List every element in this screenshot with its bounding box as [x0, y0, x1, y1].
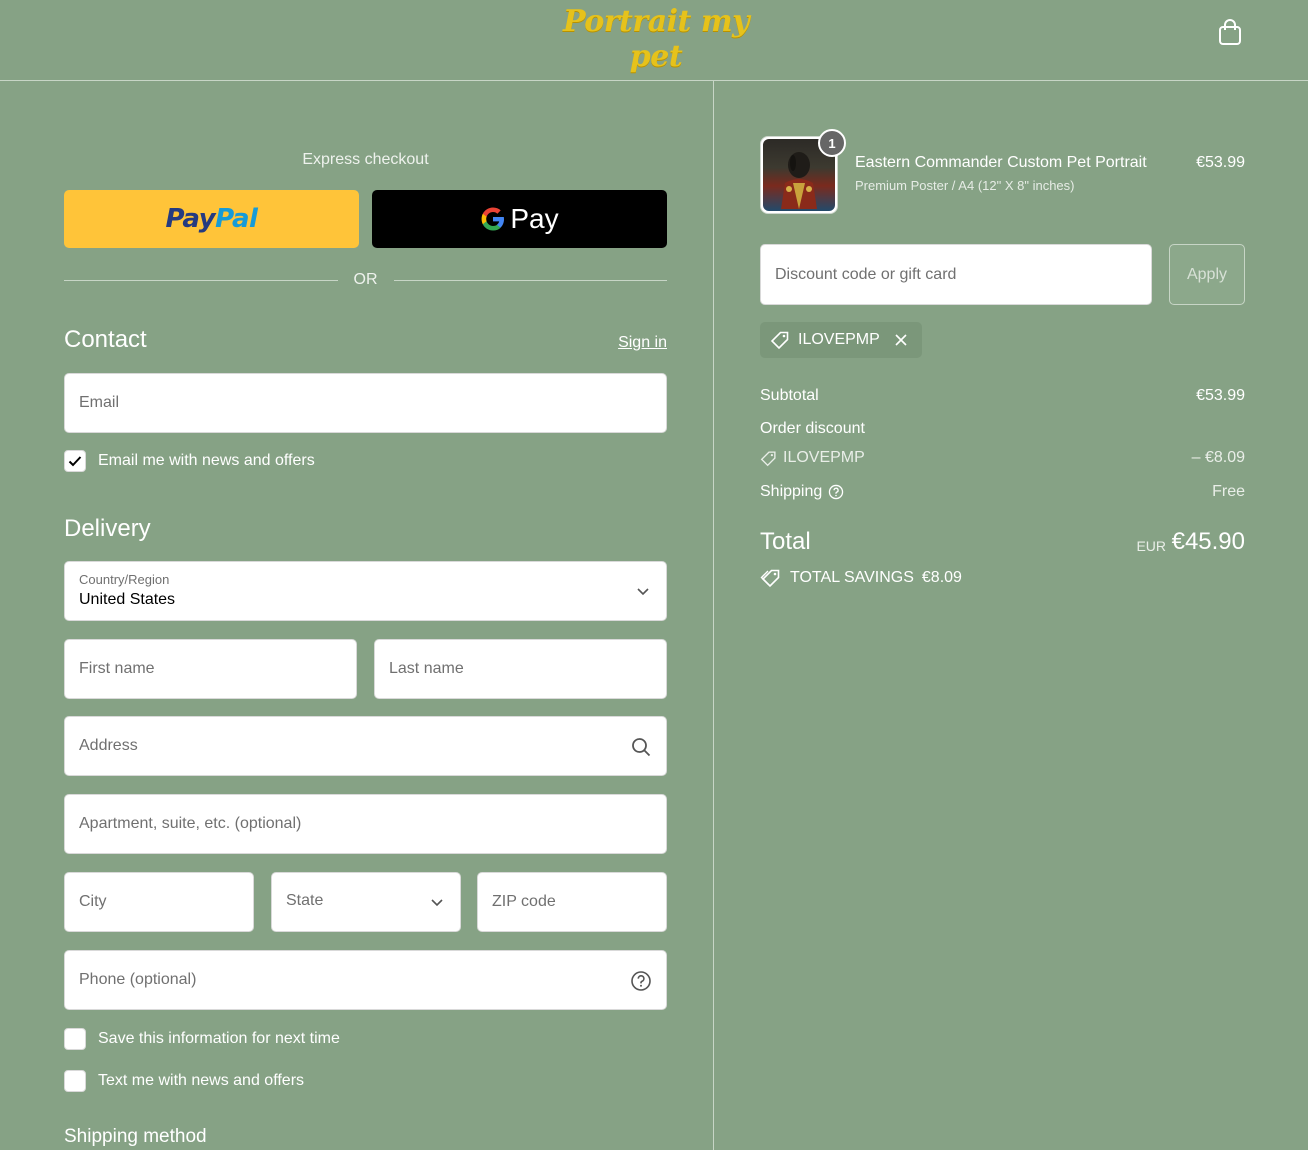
text-me-checkbox[interactable] [64, 1070, 86, 1092]
subtotal-label: Subtotal [760, 387, 819, 404]
google-pay-button[interactable]: Pay [372, 190, 667, 248]
last-name-field[interactable] [374, 639, 667, 699]
state-label: State [286, 892, 324, 909]
contact-title: Contact [64, 326, 147, 353]
city-field[interactable] [64, 872, 254, 932]
news-checkbox-row[interactable]: Email me with news and offers [64, 450, 315, 472]
tag-icon [760, 569, 780, 588]
save-info-row[interactable]: Save this information for next time [64, 1028, 340, 1050]
shipping-method-title: Shipping method [64, 1126, 207, 1147]
country-select[interactable]: Country/Region United States [64, 561, 667, 621]
shipping-row: Shipping Free [760, 483, 1245, 501]
help-icon[interactable] [630, 970, 652, 992]
chevron-down-icon [431, 899, 443, 907]
discount-input[interactable] [761, 245, 1151, 304]
brand-logo[interactable]: Portrait my pet [536, 4, 776, 74]
header: Portrait my pet [0, 0, 1308, 81]
address-input[interactable] [65, 717, 666, 775]
google-pay-label: Pay [510, 203, 559, 234]
country-value: United States [79, 591, 176, 608]
discount-field[interactable] [760, 244, 1152, 305]
order-discount-label: Order discount [760, 420, 865, 437]
city-input[interactable] [65, 873, 253, 931]
total-value: €45.90 [1171, 528, 1245, 555]
discount-code-item: ILOVEPMP [760, 449, 1245, 467]
or-divider: OR [64, 270, 667, 290]
text-me-label: Text me with news and offers [98, 1072, 305, 1089]
product-variant: Premium Poster / A4 (12" X 8" inches) [855, 178, 1075, 193]
zip-field[interactable] [477, 872, 667, 932]
delivery-title: Delivery [64, 515, 151, 542]
paypal-logo-part1: Pay [165, 204, 216, 234]
column-divider [713, 81, 714, 1150]
quantity-badge: 1 [818, 129, 846, 157]
last-name-input[interactable] [375, 640, 666, 698]
applied-discount-chip: ILOVEPMP [760, 322, 922, 358]
paypal-logo-part2: Pal [215, 204, 258, 234]
total-savings: TOTAL SAVINGS €8.09 [760, 568, 962, 588]
checkmark-icon [68, 456, 82, 467]
sign-in-link[interactable]: Sign in [618, 334, 667, 352]
text-me-row[interactable]: Text me with news and offers [64, 1070, 304, 1092]
google-g-icon [481, 207, 505, 231]
country-label: Country/Region [79, 572, 170, 587]
savings-label: TOTAL SAVINGS [790, 569, 914, 586]
chevron-down-icon [637, 588, 649, 596]
help-icon[interactable] [828, 484, 844, 500]
apply-button[interactable]: Apply [1169, 244, 1245, 305]
apartment-field[interactable] [64, 794, 667, 854]
save-info-label: Save this information for next time [98, 1030, 340, 1047]
tag-icon [770, 331, 789, 350]
tag-icon [760, 450, 776, 466]
email-input[interactable] [65, 374, 666, 432]
zip-input[interactable] [478, 873, 666, 931]
save-info-checkbox[interactable] [64, 1028, 86, 1050]
total-label: Total [760, 528, 811, 555]
subtotal-value: €53.99 [1196, 387, 1245, 404]
subtotal-row: Subtotal €53.99 [760, 387, 1245, 405]
discount-code-label: ILOVEPMP [783, 449, 865, 466]
discount-value: – €8.09 [1191, 449, 1245, 466]
news-checkbox[interactable] [64, 450, 86, 472]
or-label: OR [353, 271, 378, 288]
discount-code-row: ILOVEPMP – €8.09 [760, 449, 1245, 467]
paypal-button[interactable]: Pay Pal [64, 190, 359, 248]
phone-input[interactable] [65, 951, 666, 1009]
shopping-bag-icon [1219, 19, 1241, 45]
news-checkbox-label: Email me with news and offers [98, 452, 315, 469]
remove-code-button[interactable] [894, 333, 908, 347]
cart-button[interactable] [1214, 16, 1246, 48]
total-currency: EUR [1136, 538, 1166, 554]
first-name-field[interactable] [64, 639, 357, 699]
applied-code-label: ILOVEPMP [798, 331, 880, 348]
search-icon[interactable] [630, 736, 652, 758]
apartment-input[interactable] [65, 795, 666, 853]
first-name-input[interactable] [65, 640, 356, 698]
product-price: €53.99 [1196, 154, 1245, 171]
product-name: Eastern Commander Custom Pet Portrait [855, 154, 1147, 171]
order-discount-row: Order discount [760, 420, 1245, 438]
shipping-label: Shipping [760, 483, 823, 500]
email-field[interactable] [64, 373, 667, 433]
shipping-value: Free [1212, 483, 1245, 500]
close-icon [895, 334, 907, 346]
phone-field[interactable] [64, 950, 667, 1010]
express-checkout-title: Express checkout [302, 151, 429, 168]
savings-value: €8.09 [921, 569, 962, 586]
state-select[interactable]: State [271, 872, 461, 932]
address-field[interactable] [64, 716, 667, 776]
